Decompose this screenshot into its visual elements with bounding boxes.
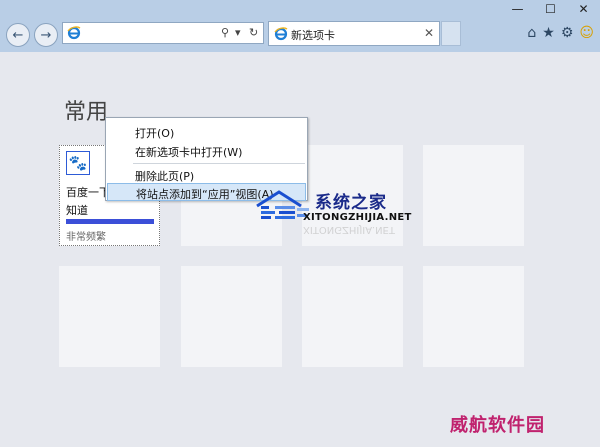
search-icon[interactable]: ⚲ (221, 26, 229, 39)
refresh-icon[interactable]: ↻ (249, 26, 258, 39)
tab-label: 新选项卡 (291, 29, 335, 42)
tile-subtitle: 非常频繁 (66, 232, 106, 243)
close-window-icon[interactable]: ✕ (567, 0, 600, 18)
tile-usage-bar (66, 219, 154, 224)
menu-separator (133, 163, 305, 164)
forward-arrow-icon[interactable]: → (34, 23, 58, 47)
corner-watermark: 威航软件园 (450, 415, 545, 436)
watermark-site-url: XITONGZHIJIA.NET (303, 212, 412, 223)
menu-item-remove[interactable]: 删除此页(P) (107, 166, 306, 184)
minimize-icon[interactable]: — (501, 0, 534, 18)
paw-icon: 🐾 (66, 151, 90, 175)
empty-tile[interactable] (302, 266, 403, 367)
watermark-reflection: XITONGZHIJIA.NET (303, 224, 395, 235)
favorites-star-icon[interactable]: ★ (542, 25, 555, 41)
tile-name-line1: 百度一下 (66, 186, 110, 199)
empty-tile[interactable] (423, 145, 524, 246)
menu-item-open-new-tab[interactable]: 在新选项卡中打开(W) (107, 142, 306, 160)
browser-chrome: — ☐ ✕ ← → ⚲ ▾ ↻ 新选项卡 ✕ ⌂ ★ ⚙ ☺ (0, 0, 600, 52)
watermark-site-name: 系统之家 (315, 193, 387, 213)
address-bar[interactable]: ⚲ ▾ ↻ (62, 22, 264, 44)
tile-name-line2: 知道 (66, 204, 88, 217)
empty-tile[interactable] (423, 266, 524, 367)
window-controls: — ☐ ✕ (501, 0, 600, 18)
tab-new-tab[interactable]: 新选项卡 ✕ (268, 21, 440, 46)
new-tab-button[interactable] (441, 21, 461, 46)
menu-item-open[interactable]: 打开(O) (107, 123, 306, 141)
gear-icon[interactable]: ⚙ (561, 25, 574, 41)
close-icon[interactable]: ✕ (424, 26, 434, 40)
toolbar-icons: ⌂ ★ ⚙ ☺ (527, 25, 594, 41)
section-title: 常用 (64, 100, 109, 125)
ie-logo-icon (67, 26, 81, 40)
empty-tile[interactable] (59, 266, 160, 367)
new-tab-page: 常用 🐾 ✕ 百度一下 知道 非常频繁 (0, 52, 600, 447)
maximize-icon[interactable]: ☐ (534, 0, 567, 18)
home-icon[interactable]: ⌂ (527, 25, 536, 41)
back-arrow-icon[interactable]: ← (6, 23, 30, 47)
ie-logo-icon (274, 27, 288, 41)
empty-tile[interactable] (181, 266, 282, 367)
chevron-down-icon[interactable]: ▾ (235, 26, 241, 39)
smiley-icon[interactable]: ☺ (579, 25, 594, 41)
